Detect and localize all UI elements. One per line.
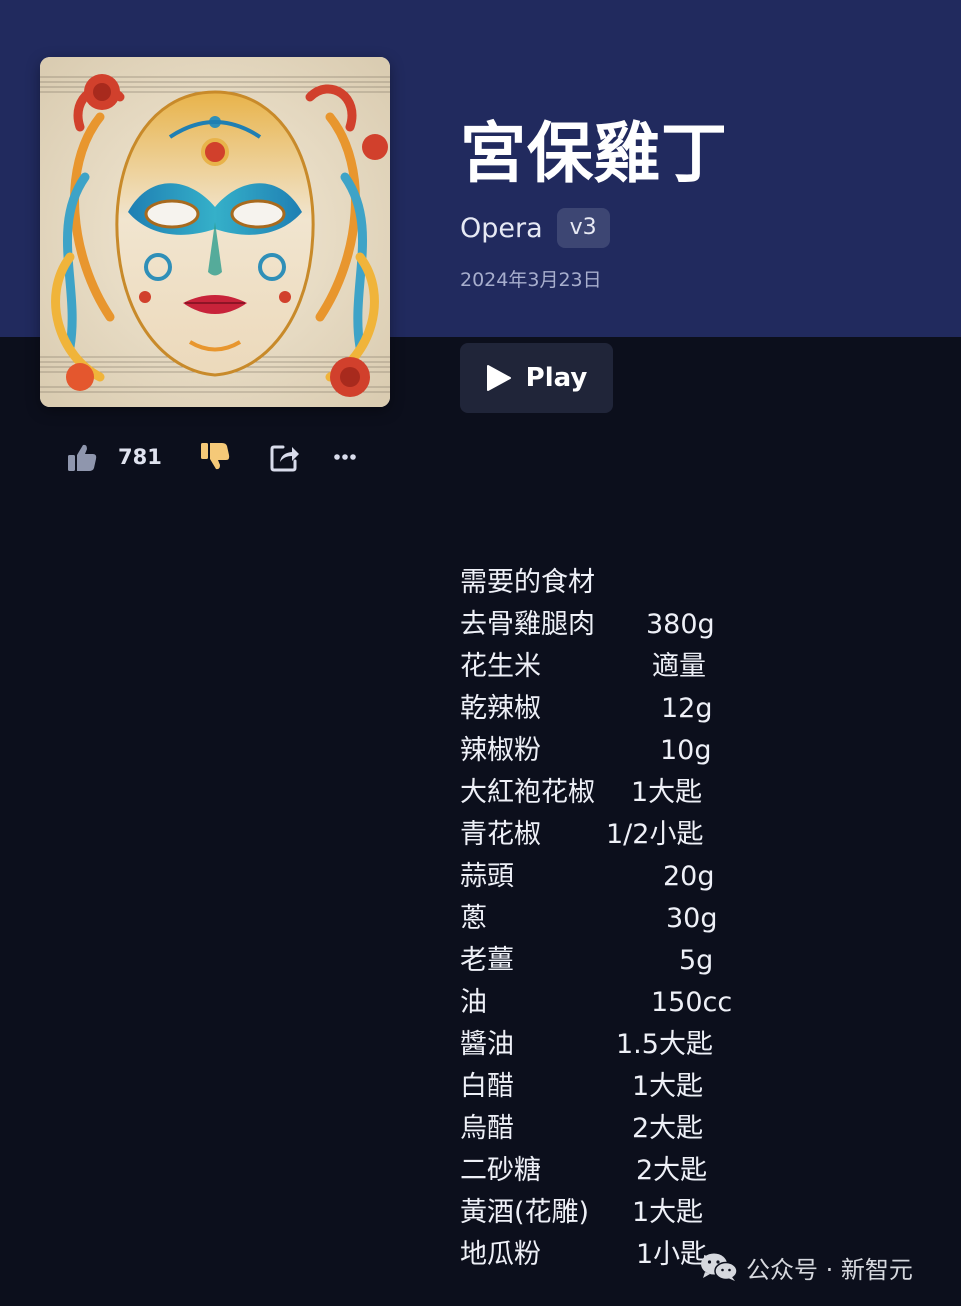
- watermark: 公众号 · 新智元: [700, 1247, 913, 1287]
- play-icon: [486, 365, 511, 391]
- ingredient-name: 烏醋: [460, 1113, 514, 1144]
- ingredient-amount: 380g: [646, 609, 715, 640]
- play-label: Play: [525, 363, 588, 393]
- lyrics-line: 二砂糖 2大匙: [460, 1150, 780, 1192]
- ingredient-amount: 1.5大匙: [616, 1029, 713, 1060]
- like-count: 781: [118, 445, 162, 469]
- ingredient-amount: 1大匙: [632, 1197, 704, 1228]
- ingredient-name: 老薑: [460, 945, 514, 976]
- like-button[interactable]: 781: [66, 437, 162, 477]
- lyrics-line: 蒜頭 20g: [460, 856, 780, 898]
- lyrics-line: 蔥 30g: [460, 898, 780, 940]
- ingredient-amount: 1小匙: [636, 1239, 708, 1270]
- model-name: Opera: [460, 212, 543, 244]
- more-options-button[interactable]: [333, 437, 357, 477]
- ingredient-amount: 1大匙: [632, 1071, 704, 1102]
- thumbs-down-icon: [201, 443, 230, 470]
- ingredient-name: 油: [460, 987, 487, 1018]
- lyrics-line: 花生米 適量: [460, 646, 780, 688]
- lyrics-line: 油 150cc: [460, 982, 780, 1024]
- ingredient-name: 地瓜粉: [460, 1239, 541, 1270]
- lyrics-line: 辣椒粉 10g: [460, 730, 780, 772]
- lyrics-section: 需要的食材 去骨雞腿肉 380g 花生米 適量 乾辣椒 12g 辣椒粉 10g …: [460, 562, 780, 1276]
- lyrics-line: 白醋 1大匙: [460, 1066, 780, 1108]
- ingredient-amount: 1/2小匙: [606, 819, 704, 850]
- ingredient-amount: 10g: [660, 735, 712, 766]
- lyrics-line: 黃酒(花雕) 1大匙: [460, 1192, 780, 1234]
- ingredient-amount: 150cc: [651, 987, 733, 1018]
- share-button[interactable]: [269, 437, 301, 477]
- ingredient-amount: 2大匙: [636, 1155, 708, 1186]
- ingredient-name: 青花椒: [460, 819, 541, 850]
- ingredient-name: 白醋: [460, 1071, 514, 1102]
- release-date: 2024年3月23日: [460, 269, 602, 291]
- ingredient-name: 去骨雞腿肉: [460, 609, 595, 640]
- share-icon: [270, 445, 299, 472]
- ingredient-amount: 適量: [652, 651, 706, 682]
- ingredient-name: 醬油: [460, 1029, 514, 1060]
- lyrics-line: 青花椒 1/2小匙: [460, 814, 780, 856]
- ingredient-name: 辣椒粉: [460, 735, 541, 766]
- thumbs-up-icon: [68, 444, 97, 471]
- action-bar: 781: [66, 437, 366, 477]
- lyrics-line: 老薑 5g: [460, 940, 780, 982]
- ingredient-name: 蔥: [460, 903, 487, 934]
- ingredient-name: 花生米: [460, 651, 541, 682]
- lyrics-line: 乾辣椒 12g: [460, 688, 780, 730]
- watermark-text: 公众号 · 新智元: [746, 1255, 913, 1284]
- version-badge: v3: [556, 208, 610, 248]
- ingredient-name: 二砂糖: [460, 1155, 541, 1186]
- more-icon: [334, 454, 356, 460]
- ingredient-name: 大紅袍花椒: [460, 777, 595, 808]
- cover-art[interactable]: [40, 57, 390, 407]
- ingredient-amount: 2大匙: [632, 1113, 704, 1144]
- lyrics-line: 烏醋 2大匙: [460, 1108, 780, 1150]
- ingredient-amount: 12g: [661, 693, 713, 724]
- song-title: 宮保雞丁: [460, 115, 728, 192]
- dislike-button[interactable]: [199, 437, 231, 477]
- ingredient-name: 乾辣椒: [460, 693, 541, 724]
- lyrics-heading: 需要的食材: [460, 567, 595, 598]
- model-info: Opera v3: [460, 207, 610, 249]
- ingredient-amount: 1大匙: [631, 777, 703, 808]
- wechat-icon: [701, 1253, 738, 1281]
- lyrics-line: 去骨雞腿肉 380g: [460, 604, 780, 646]
- ingredient-name: 蒜頭: [460, 861, 514, 892]
- ingredient-amount: 5g: [679, 945, 714, 976]
- ingredient-amount: 20g: [663, 861, 715, 892]
- lyrics-line: 大紅袍花椒 1大匙: [460, 772, 780, 814]
- mask-illustration: [40, 57, 390, 407]
- ingredient-amount: 30g: [666, 903, 718, 934]
- lyrics-line: 醬油 1.5大匙: [460, 1024, 780, 1066]
- play-button[interactable]: Play: [460, 343, 613, 413]
- ingredient-name: 黃酒(花雕): [460, 1197, 590, 1228]
